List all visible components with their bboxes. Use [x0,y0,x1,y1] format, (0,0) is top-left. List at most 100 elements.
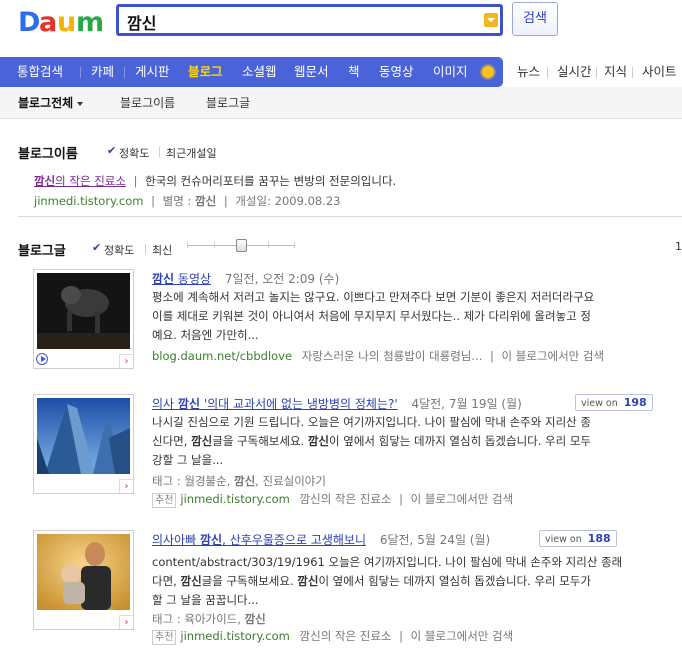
page-number: 1 [675,240,682,253]
nav-item-sites[interactable]: 사이트 [642,57,677,87]
result-url[interactable]: blog.daum.net/cbbdlove [152,349,292,363]
blog-name-result-link[interactable]: 깜신의 작은 진료소 [34,174,126,188]
snippet-text: 다면, [152,574,181,588]
search-this-blog-link[interactable]: 이 블로그에서만 검색 [411,629,514,643]
result-title-link[interactable]: 의사아빠 깜신, 산후우울증으로 고생해보니 [152,533,366,547]
blog-name-section-title: 블로그이름 [18,147,78,162]
nav-item-board[interactable]: 게시판 [135,57,170,87]
result-date: 6달전, 5월 24일 (월) [379,533,491,547]
result-title-text: , 산후우울증으로 고생해보니 [222,533,367,547]
nav-item-image[interactable]: 이미지 [433,57,468,87]
snippet-line: 이를 제대로 키워본 것이 아니여서 처음에 무지무지 무서웠다는.. 제가 다… [152,309,591,323]
nav-item-cafe[interactable]: 카페 [91,57,114,87]
result-url[interactable]: jinmedi.tistory.com [180,629,289,643]
search-input[interactable]: 깜신 [116,4,503,36]
result-title-link[interactable]: 의사 깜신 '의대 교과서에 없는 냉방병의 정체는?' [152,397,398,411]
tag-text[interactable]: 육아가이드, [184,612,244,626]
nav-item-blog[interactable]: 블로그 [188,57,223,87]
search-input-value[interactable]: 깜신 [127,10,156,34]
snippet-line: content/abstract/303/19/1961 오늘은 여기까지입니다… [152,555,623,569]
expand-arrow-icon[interactable]: › [119,615,133,629]
nav-separator [596,67,597,78]
video-thumbnail-image [37,273,130,349]
recommend-badge[interactable]: 추천 [152,630,177,645]
svg-text:u: u [57,7,76,36]
separator: | [399,492,404,506]
view-on-badge[interactable]: view on 188 [539,530,617,547]
subnav-item-label: 블로그전체 [18,96,74,110]
daum-logo[interactable]: D a u m [18,6,102,36]
result-title: 깜신 동영상 7일전, 오전 2:09 (수) [152,270,339,287]
nav-item-books[interactable]: 책 [348,57,360,87]
snippet-line: 할 그 날을 꿈꿉니다... [152,593,259,607]
result-thumbnail[interactable]: › [33,530,134,630]
sort-accuracy-option[interactable]: 정확도 [119,145,149,161]
result-blog-name[interactable]: 깜신의 작은 진료소 [300,492,392,506]
result-meta: 추천 jinmedi.tistory.com 깜신의 작은 진료소 | 이 블로그… [152,628,513,645]
keyword-highlight: 깜신 [297,574,319,588]
result-title-text: '의대 교과서에 없는 냉방병의 정체는?' [200,397,398,411]
sort-accuracy-option[interactable]: 정확도 [104,242,134,258]
search-this-blog-link[interactable]: 이 블로그에서만 검색 [411,492,514,506]
expand-arrow-icon[interactable]: › [119,479,133,493]
expand-arrow-icon[interactable]: › [119,354,133,368]
nav-item-webdocs[interactable]: 웹문서 [294,57,329,87]
nav-separator [632,67,633,78]
result-title-link[interactable]: 깜신 동영상 [152,272,211,286]
result-blog-name[interactable]: 깜신의 작은 진료소 [300,629,392,643]
result-title-prefix: 의사 [152,397,178,411]
snippet-line: 평소에 계속해서 저러고 놀지는 않구요. 이쁘다고 만져주다 보면 기분이 좋… [152,290,595,304]
subnav-item-blogpost[interactable]: 블로그글 [206,87,250,119]
nav-item-video[interactable]: 동영상 [379,57,414,87]
recommend-badge[interactable]: 추천 [152,493,177,508]
snippet-text: 이 옆에서 힘닿는 데까지 열심히 돕겠습니다. 우리 모두가 [318,574,592,588]
tags-label: 태그 : [152,612,185,626]
nav-item-realtime[interactable]: 실시간 [557,57,592,87]
search-button[interactable]: 검색 [512,2,558,36]
nav-item-news[interactable]: 뉴스 [517,57,540,87]
nav-item-knowledge[interactable]: 지식 [604,57,627,87]
keyword-highlight: 깜신 [199,533,223,547]
tag-keyword[interactable]: 깜신 [234,474,255,488]
result-url[interactable]: jinmedi.tistory.com [180,492,289,506]
snippet-text: 글을 구독해보세요. [212,434,308,448]
section-divider [18,216,682,217]
keyword-highlight: 깜신 [180,574,202,588]
option-separator [145,244,146,254]
nav-separator [124,67,125,78]
result-thumbnail[interactable]: › [33,269,134,369]
separator: | [133,174,138,188]
keyword-highlight: 깜신 [177,397,200,411]
view-on-label: view on [545,534,582,545]
nickname-value: 깜신 [195,194,217,208]
view-on-badge[interactable]: view on 198 [575,394,653,411]
result-title-prefix: 의사아빠 [152,533,200,547]
separator: | [223,194,228,208]
keyword-highlight: 깜신 [152,272,175,286]
subnav-item-blogname[interactable]: 블로그이름 [120,87,175,119]
sun-icon[interactable] [482,66,494,78]
tag-keyword[interactable]: 깜신 [245,612,266,626]
nav-separator [80,67,81,78]
subnav-item-all[interactable]: 블로그전체 [18,87,84,119]
sort-recent-option[interactable]: 최근개설일 [166,145,217,161]
nav-item-unified[interactable]: 통합검색 [17,57,63,87]
search-options-icon[interactable] [484,13,498,27]
snippet-line: 나시길 진심으로 기원 드립니다. 오늘은 여기까지입니다. 나이 팔심에 막내… [152,415,591,429]
blog-name-meta-line: jinmedi.tistory.com | 별명 : 깜신 | 개설일: 200… [34,193,341,209]
result-blog-name[interactable]: 자랑스러운 나의 첨룡밥이 대룡령님... [302,349,483,363]
sort-recent-option[interactable]: 최신 [152,242,172,258]
svg-text:m: m [76,7,102,36]
search-this-blog-link[interactable]: 이 블로그에서만 검색 [502,349,605,363]
view-on-count: 188 [587,532,611,545]
result-meta: blog.daum.net/cbbdlove 자랑스러운 나의 첨룡밥이 대룡령… [152,348,604,364]
play-icon[interactable] [36,353,48,365]
tag-text[interactable]: 월경불순, [184,474,234,488]
blog-url[interactable]: jinmedi.tistory.com [34,194,143,208]
tag-text[interactable]: , 진료실이야기 [255,474,326,488]
result-thumbnail[interactable]: › [33,394,134,494]
date-slider-handle[interactable] [236,239,247,252]
nav-item-socialweb[interactable]: 소셜웹 [242,57,277,87]
result-date: 7일전, 오전 2:09 (수) [224,272,340,286]
snippet-text: 신다면, [152,434,192,448]
